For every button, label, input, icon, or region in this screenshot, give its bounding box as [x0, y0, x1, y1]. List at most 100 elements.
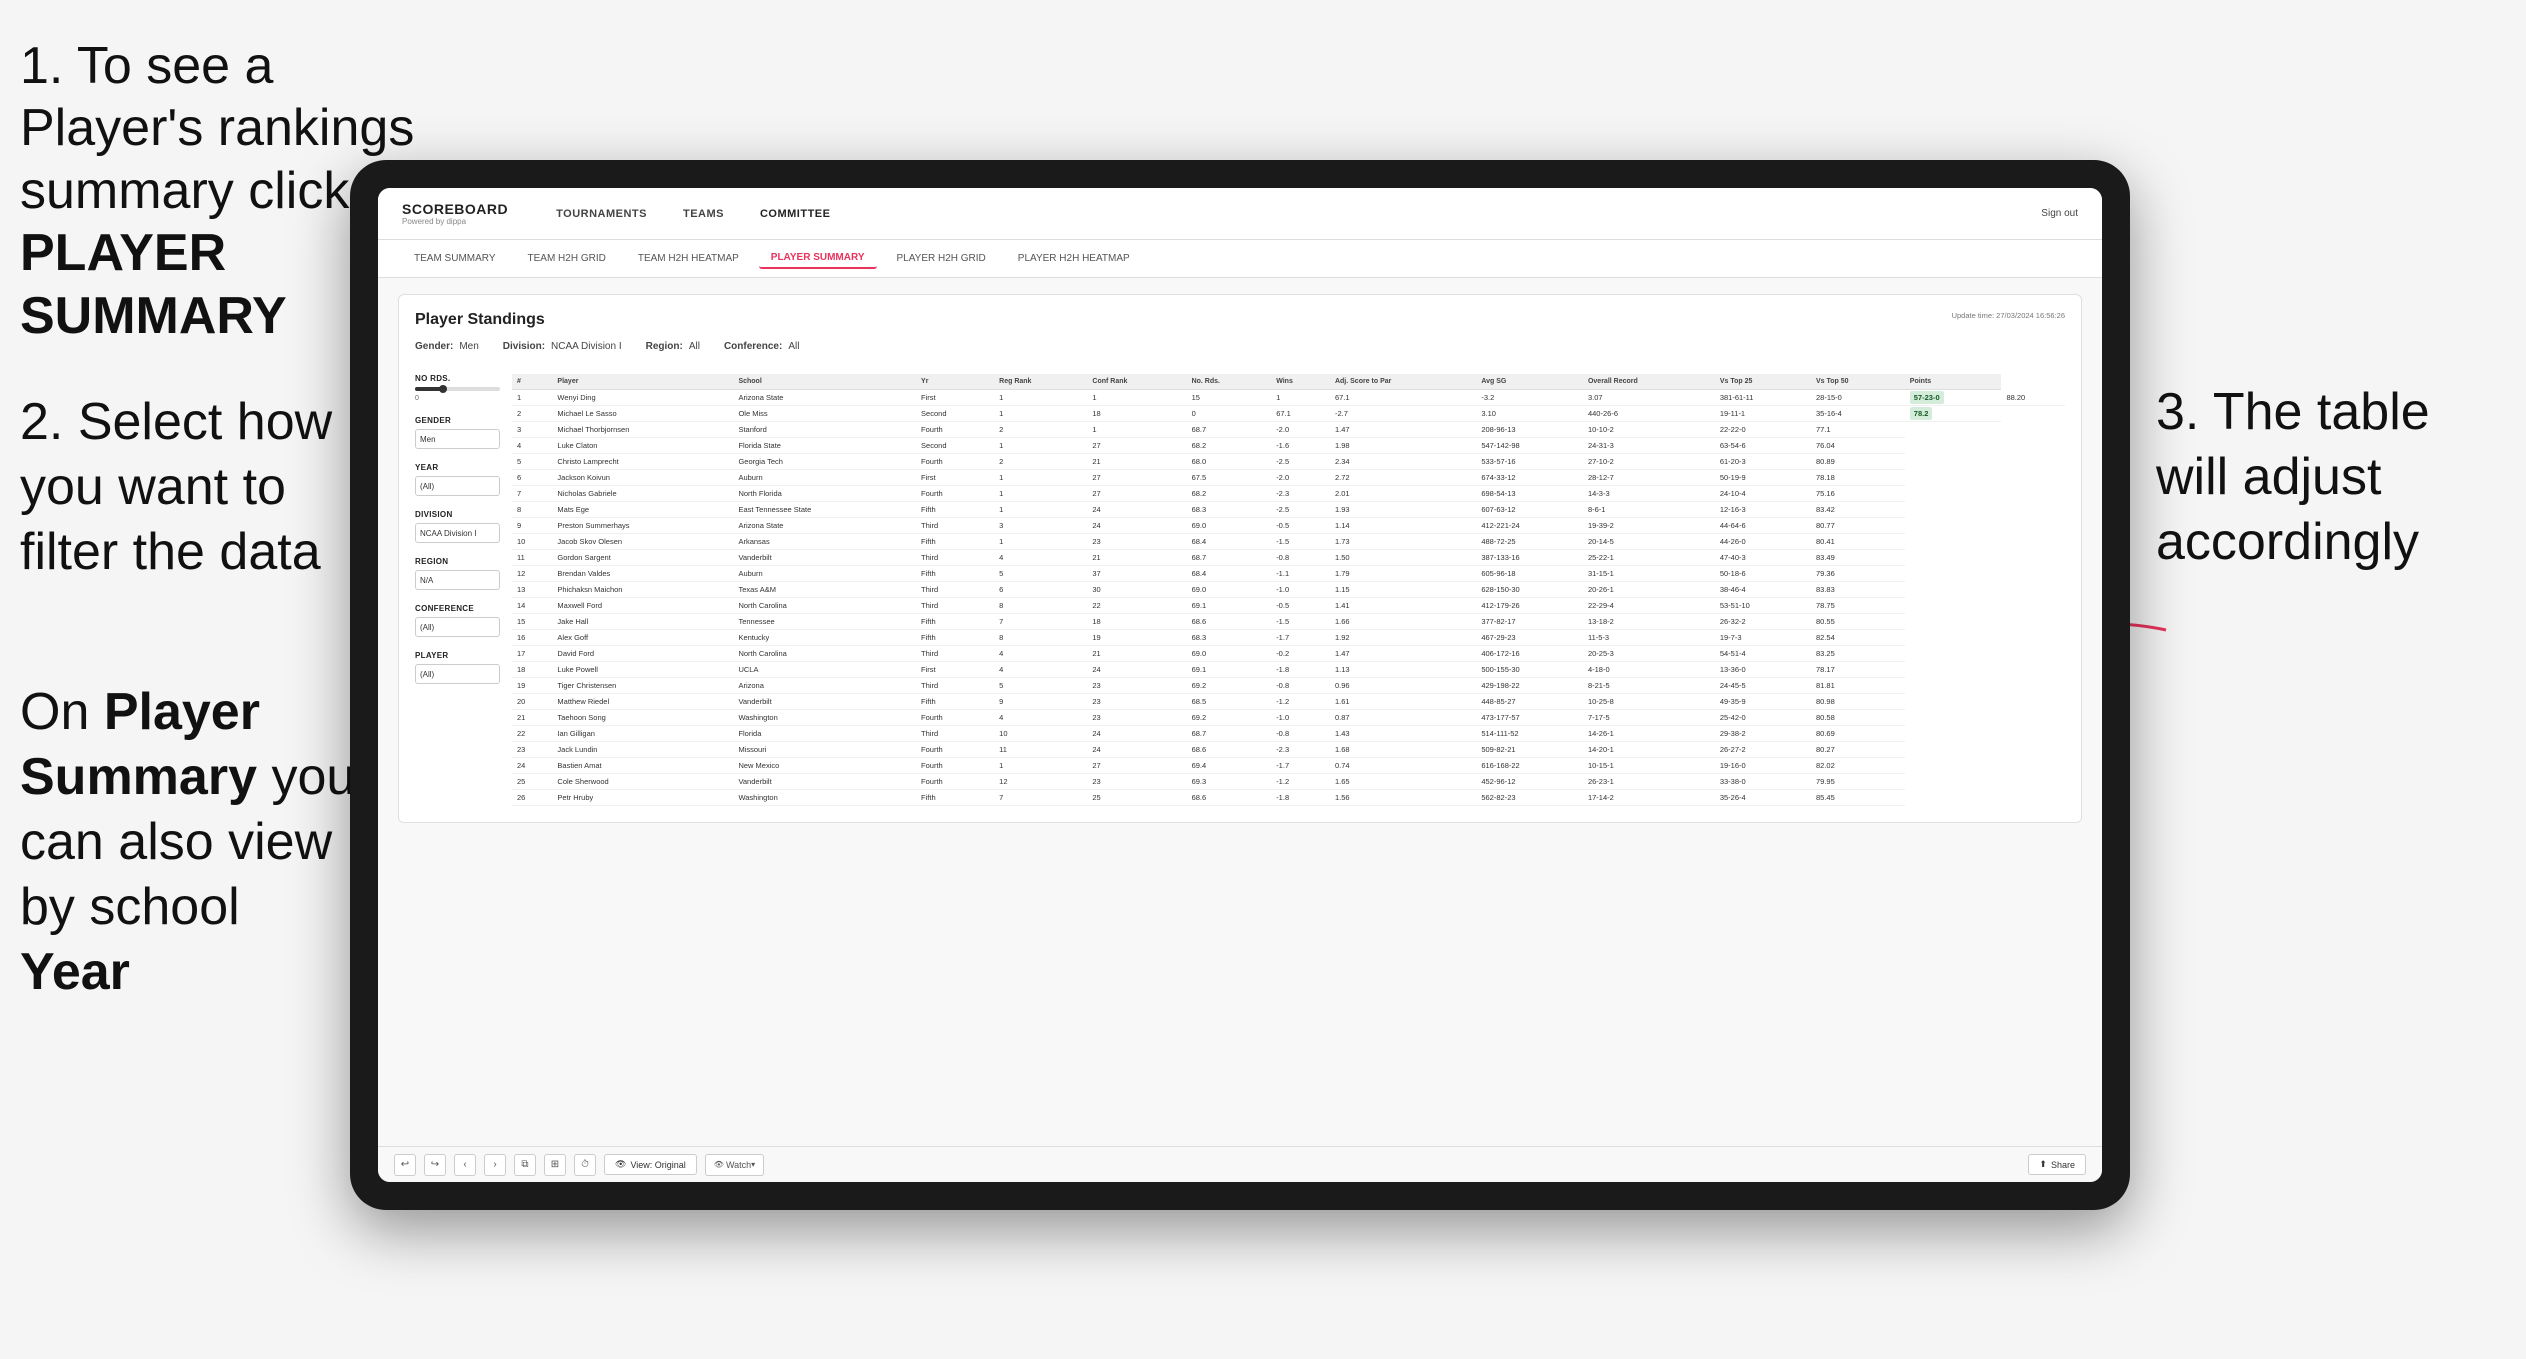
filter-no-rds: No Rds. 0 — [415, 374, 500, 402]
table-area: # Player School Yr Reg Rank Conf Rank No… — [512, 374, 2065, 806]
filter-division: Division: NCAA Division I — [503, 341, 622, 352]
paste-button[interactable]: ⊞ — [544, 1154, 566, 1176]
table-row[interactable]: 17David FordNorth CarolinaThird42169.0-0… — [512, 646, 2065, 662]
sidebar-filters: No Rds. 0 Gender — [415, 374, 500, 806]
table-row[interactable]: 16Alex GoffKentuckyFifth81968.3-1.71.924… — [512, 630, 2065, 646]
table-row[interactable]: 11Gordon SargentVanderbiltThird42168.7-0… — [512, 550, 2065, 566]
app-header: SCOREBOARD Powered by dippa TOURNAMENTS … — [378, 188, 2102, 240]
table-row[interactable]: 10Jacob Skov OlesenArkansasFifth12368.4-… — [512, 534, 2065, 550]
standings-table: # Player School Yr Reg Rank Conf Rank No… — [512, 374, 2065, 806]
col-player: Player — [552, 374, 733, 390]
main-content: Player Standings Gender: Men Division: N… — [378, 278, 2102, 1146]
col-school: School — [733, 374, 916, 390]
filters-row: Gender: Men Division: NCAA Division I Re… — [415, 341, 799, 352]
sign-out-link[interactable]: Sign out — [2041, 208, 2078, 219]
secondary-nav: TEAM SUMMARY TEAM H2H GRID TEAM H2H HEAT… — [378, 240, 2102, 278]
table-row[interactable]: 18Luke PowellUCLAFirst42469.1-1.81.13500… — [512, 662, 2065, 678]
instruction-2-line2: filter the data — [20, 523, 321, 581]
tablet-device: SCOREBOARD Powered by dippa TOURNAMENTS … — [350, 160, 2130, 1210]
col-avg-sg: Avg SG — [1476, 374, 1583, 390]
table-header-row: # Player School Yr Reg Rank Conf Rank No… — [512, 374, 2065, 390]
year-select[interactable]: (All) — [415, 476, 500, 496]
nav-tournaments[interactable]: TOURNAMENTS — [540, 202, 663, 226]
watch-label: Watch — [726, 1160, 751, 1170]
col-adj-score: Adj. Score to Par — [1330, 374, 1476, 390]
table-row[interactable]: 22Ian GilliganFloridaThird102468.7-0.81.… — [512, 726, 2065, 742]
region-select[interactable]: N/A — [415, 570, 500, 590]
instruction-2-line1: 2. Select how you want to — [20, 393, 332, 516]
col-vs-top50: Vs Top 50 — [1811, 374, 1905, 390]
filter-region: Region: All — [646, 341, 700, 352]
copy-button[interactable]: ⧉ — [514, 1154, 536, 1176]
table-row[interactable]: 24Bastien AmatNew MexicoFourth12769.4-1.… — [512, 758, 2065, 774]
filter-gender: Gender: Men — [415, 341, 479, 352]
table-row[interactable]: 19Tiger ChristensenArizonaThird52369.2-0… — [512, 678, 2065, 694]
instruction-3: 3. The table will adjust accordingly — [2156, 380, 2496, 575]
table-row[interactable]: 8Mats EgeEast Tennessee StateFifth12468.… — [512, 502, 2065, 518]
table-row[interactable]: 6Jackson KoivunAuburnFirst12767.5-2.02.7… — [512, 470, 2065, 486]
table-row[interactable]: 15Jake HallTennesseeFifth71868.6-1.51.66… — [512, 614, 2065, 630]
filter-year-section: Year (All) — [415, 463, 500, 496]
clock-button[interactable]: ⏱ — [574, 1154, 596, 1176]
table-row[interactable]: 2Michael Le SassoOle MissSecond118067.1-… — [512, 406, 2065, 422]
col-overall-record: Overall Record — [1583, 374, 1715, 390]
slider-track[interactable] — [415, 387, 500, 391]
table-row[interactable]: 1Wenyi DingArizona StateFirst1115167.1-3… — [512, 390, 2065, 406]
nav-teams[interactable]: TEAMS — [667, 202, 740, 226]
instruction-1-bold: PLAYER SUMMARY — [20, 224, 287, 344]
instruction-3-text: 3. The table will adjust accordingly — [2156, 383, 2430, 571]
view-button[interactable]: 👁 View: Original — [604, 1154, 697, 1175]
table-row[interactable]: 13Phichaksn MaichonTexas A&MThird63069.0… — [512, 582, 2065, 598]
sec-nav-player-h2h-heatmap[interactable]: PLAYER H2H HEATMAP — [1006, 249, 1142, 268]
table-row[interactable]: 25Cole SherwoodVanderbiltFourth122369.3-… — [512, 774, 2065, 790]
player-select[interactable]: (All) — [415, 664, 500, 684]
table-row[interactable]: 7Nicholas GabrieleNorth FloridaFourth127… — [512, 486, 2065, 502]
col-points: Points — [1905, 374, 2002, 390]
tablet-screen: SCOREBOARD Powered by dippa TOURNAMENTS … — [378, 188, 2102, 1182]
sec-nav-team-summary[interactable]: TEAM SUMMARY — [402, 249, 508, 268]
instruction-4-bold2: Year — [20, 943, 130, 1001]
conference-select[interactable]: (All) — [415, 617, 500, 637]
table-row[interactable]: 3Michael ThorbjornsenStanfordFourth2168.… — [512, 422, 2065, 438]
sec-nav-team-h2h-grid[interactable]: TEAM H2H GRID — [516, 249, 618, 268]
table-row[interactable]: 26Petr HrubyWashingtonFifth72568.6-1.81.… — [512, 790, 2065, 806]
division-select[interactable]: NCAA Division I — [415, 523, 500, 543]
table-row[interactable]: 21Taehoon SongWashingtonFourth42369.2-1.… — [512, 710, 2065, 726]
slider-thumb[interactable] — [439, 385, 447, 393]
table-row[interactable]: 9Preston SummerhaysArizona StateThird324… — [512, 518, 2065, 534]
bottom-toolbar: ↩ ↪ ‹ › ⧉ ⊞ ⏱ 👁 View: Original 👁 Watch ▾ — [378, 1146, 2102, 1182]
sec-nav-player-h2h-grid[interactable]: PLAYER H2H GRID — [885, 249, 998, 268]
watch-icon-btn[interactable]: 👁 Watch ▾ — [705, 1154, 764, 1176]
table-row[interactable]: 12Brendan ValdesAuburnFifth53768.4-1.11.… — [512, 566, 2065, 582]
col-vs-top25: Vs Top 25 — [1715, 374, 1811, 390]
content-layout: No Rds. 0 Gender — [415, 374, 2065, 806]
share-button[interactable]: ⬆ Share — [2028, 1154, 2086, 1175]
logo-text: SCOREBOARD — [402, 201, 508, 217]
tablet-body: SCOREBOARD Powered by dippa TOURNAMENTS … — [350, 160, 2130, 1210]
table-row[interactable]: 14Maxwell FordNorth CarolinaThird82269.1… — [512, 598, 2065, 614]
slider-fill — [415, 387, 441, 391]
share-icon: ⬆ — [2039, 1159, 2047, 1170]
update-time: Update time: 27/03/2024 16:56:26 — [1952, 311, 2065, 320]
undo-button[interactable]: ↩ — [394, 1154, 416, 1176]
table-row[interactable]: 4Luke ClatonFlorida StateSecond12768.2-1… — [512, 438, 2065, 454]
nav-committee[interactable]: COMMITTEE — [744, 202, 847, 226]
forward-button[interactable]: › — [484, 1154, 506, 1176]
logo-sub: Powered by dippa — [402, 217, 508, 226]
filter-conference-section: Conference (All) — [415, 604, 500, 637]
table-row[interactable]: 23Jack LundinMissouriFourth112468.6-2.31… — [512, 742, 2065, 758]
share-label: Share — [2051, 1160, 2075, 1170]
col-no-rds: No. Rds. — [1187, 374, 1272, 390]
gender-select[interactable]: Men — [415, 429, 500, 449]
col-conf-rank: Conf Rank — [1087, 374, 1186, 390]
sec-nav-player-summary[interactable]: PLAYER SUMMARY — [759, 248, 877, 269]
instruction-2: 2. Select how you want to filter the dat… — [20, 390, 340, 585]
table-row[interactable]: 20Matthew RiedelVanderbiltFifth92368.5-1… — [512, 694, 2065, 710]
back-button[interactable]: ‹ — [454, 1154, 476, 1176]
instruction-4: On Player Summary you can also view by s… — [20, 680, 360, 1005]
redo-button[interactable]: ↪ — [424, 1154, 446, 1176]
table-row[interactable]: 5Christo LamprechtGeorgia TechFourth2216… — [512, 454, 2065, 470]
header-right: Sign out — [2041, 208, 2078, 219]
sec-nav-team-h2h-heatmap[interactable]: TEAM H2H HEATMAP — [626, 249, 751, 268]
content-card: Player Standings Gender: Men Division: N… — [398, 294, 2082, 823]
